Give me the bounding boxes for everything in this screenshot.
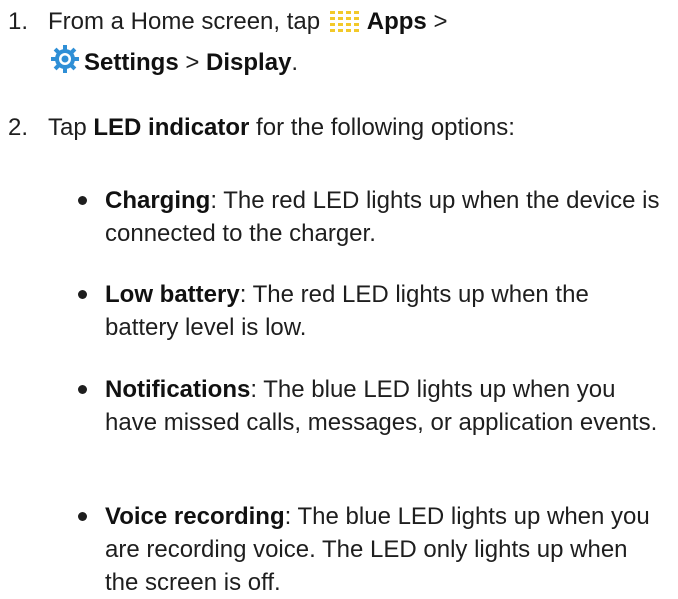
- step-number: 2.: [8, 114, 29, 141]
- apps-grid-icon: [329, 8, 363, 44]
- list-item: Low battery: The red LED lights up when …: [75, 278, 665, 344]
- step-2: 2. Tap LED indicator for the following o…: [8, 110, 668, 146]
- settings-gear-icon: [50, 44, 80, 85]
- led-indicator-label: LED indicator: [93, 114, 250, 141]
- list-item: Voice recording: The blue LED lights up …: [75, 500, 665, 599]
- apps-label: Apps: [366, 8, 427, 35]
- settings-label: Settings: [84, 49, 179, 76]
- step-1-text: From a Home screen, tap Apps > Settings …: [48, 4, 668, 85]
- bullet-dot: [75, 278, 105, 344]
- list-item: Charging: The red LED lights up when the…: [75, 184, 665, 250]
- bullet-dot: [75, 373, 105, 439]
- bullet-dot: [75, 500, 105, 599]
- display-label: Display: [206, 49, 292, 76]
- step-number: 1.: [8, 8, 29, 35]
- list-item: Notifications: The blue LED lights up wh…: [75, 373, 665, 439]
- step-1: 1. From a Home screen, tap Apps > Settin…: [8, 4, 668, 85]
- instructions-page: 1. From a Home screen, tap Apps > Settin…: [0, 0, 678, 596]
- bullet-dot: [75, 184, 105, 250]
- step-2-text: Tap LED indicator for the following opti…: [48, 114, 515, 141]
